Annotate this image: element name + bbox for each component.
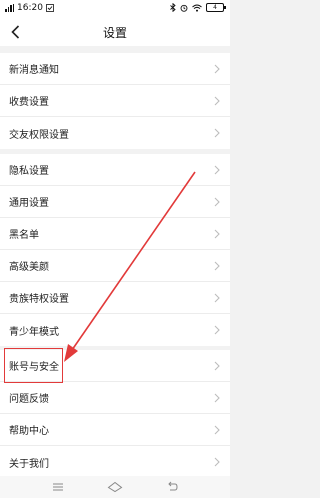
system-back-button[interactable] bbox=[164, 480, 180, 494]
chevron-right-icon bbox=[214, 361, 220, 371]
menu-button[interactable] bbox=[50, 480, 66, 494]
annotation-highlight-box bbox=[4, 348, 63, 383]
row-charge-settings[interactable]: 收费设置 bbox=[0, 85, 230, 117]
chevron-right-icon bbox=[214, 261, 220, 271]
row-label: 青少年模式 bbox=[9, 326, 59, 338]
bluetooth-icon bbox=[170, 3, 176, 12]
row-label: 高级美颜 bbox=[9, 262, 49, 273]
status-right: 4 bbox=[170, 3, 226, 12]
alarm-icon bbox=[180, 4, 188, 12]
row-blacklist[interactable]: 黑名单 bbox=[0, 218, 230, 250]
chevron-right-icon bbox=[214, 197, 220, 207]
home-icon bbox=[107, 481, 123, 493]
row-label: 黑名单 bbox=[9, 230, 39, 241]
chevron-right-icon bbox=[214, 96, 220, 106]
row-general-settings[interactable]: 通用设置 bbox=[0, 186, 230, 218]
signal-icon bbox=[5, 4, 14, 12]
row-label: 贵族特权设置 bbox=[9, 294, 69, 305]
row-about-us[interactable]: 关于我们 bbox=[0, 446, 230, 478]
row-feedback[interactable]: 问题反馈 bbox=[0, 382, 230, 414]
chevron-right-icon bbox=[214, 457, 220, 467]
chevron-right-icon bbox=[214, 128, 220, 138]
row-help-center[interactable]: 帮助中心 bbox=[0, 414, 230, 446]
status-bar: 16:20 4 bbox=[0, 0, 230, 18]
settings-group-1: 新消息通知 收费设置 交友权限设置 bbox=[0, 53, 230, 149]
row-friend-permission-settings[interactable]: 交友权限设置 bbox=[0, 117, 230, 149]
chevron-right-icon bbox=[214, 293, 220, 303]
menu-icon bbox=[53, 483, 63, 491]
row-label: 交友权限设置 bbox=[9, 129, 69, 141]
chevron-right-icon bbox=[214, 425, 220, 435]
row-noble-privilege-settings[interactable]: 贵族特权设置 bbox=[0, 282, 230, 314]
row-label: 收费设置 bbox=[9, 97, 49, 108]
row-label: 通用设置 bbox=[9, 198, 49, 209]
chevron-right-icon bbox=[214, 64, 220, 74]
chevron-right-icon bbox=[214, 393, 220, 403]
status-time: 16:20 bbox=[17, 3, 43, 13]
row-new-message-notification[interactable]: 新消息通知 bbox=[0, 53, 230, 85]
back-icon bbox=[168, 481, 178, 491]
chevron-right-icon bbox=[214, 165, 220, 175]
wifi-icon bbox=[192, 4, 202, 12]
chevron-right-icon bbox=[214, 325, 220, 335]
battery-icon: 4 bbox=[206, 3, 226, 12]
chevron-right-icon bbox=[214, 229, 220, 239]
settings-group-2: 隐私设置 通用设置 黑名单 高级美颜 贵族特权设置 青少年模式 bbox=[0, 154, 230, 346]
row-label: 新消息通知 bbox=[9, 65, 59, 76]
row-label: 帮助中心 bbox=[9, 426, 49, 437]
row-label: 问题反馈 bbox=[9, 394, 49, 405]
page-title: 设置 bbox=[102, 26, 127, 40]
row-privacy-settings[interactable]: 隐私设置 bbox=[0, 154, 230, 186]
row-label: 关于我们 bbox=[9, 458, 49, 470]
battery-level: 4 bbox=[213, 4, 217, 11]
row-teen-mode[interactable]: 青少年模式 bbox=[0, 314, 230, 346]
check-icon bbox=[46, 4, 54, 12]
status-left: 16:20 bbox=[5, 3, 54, 13]
row-advanced-beauty[interactable]: 高级美颜 bbox=[0, 250, 230, 282]
row-label: 隐私设置 bbox=[9, 166, 49, 177]
nav-bar: 设置 bbox=[0, 18, 230, 46]
home-button[interactable] bbox=[107, 480, 123, 494]
system-nav-bar bbox=[0, 476, 230, 498]
